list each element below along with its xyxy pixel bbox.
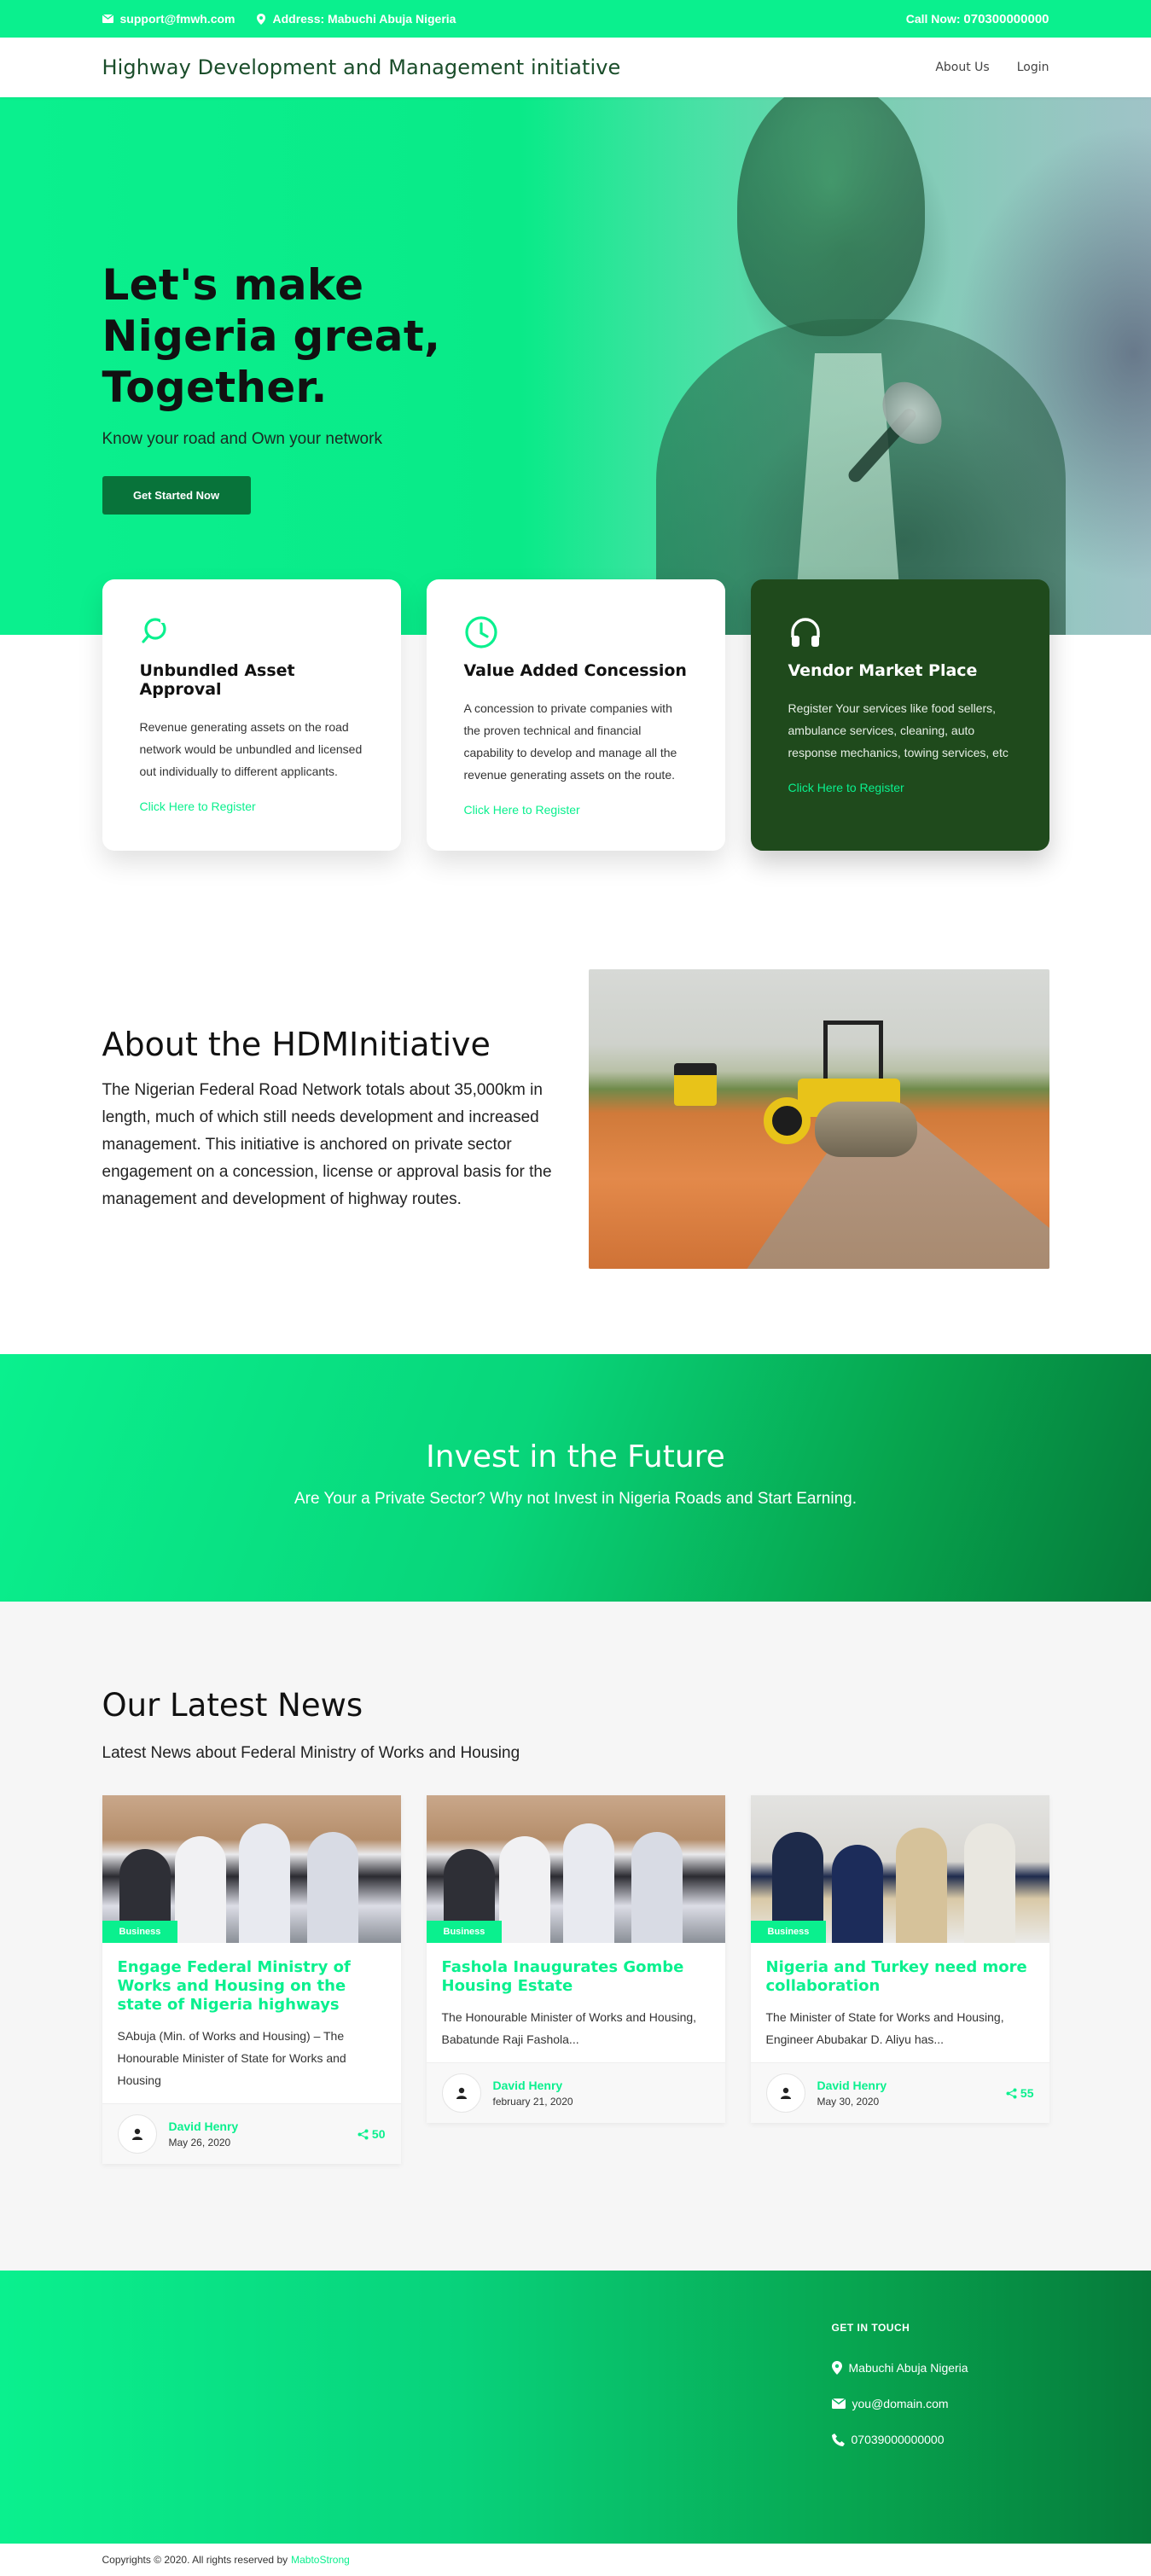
site-brand[interactable]: Highway Development and Management initi… [102,55,621,79]
news-thumbnail[interactable]: Business [426,1795,725,1943]
news-section: Our Latest News Latest News about Federa… [0,1602,1151,2271]
user-icon [131,2128,142,2140]
feature-text: Revenue generating assets on the road ne… [139,720,363,778]
feature-text: Register Your services like food sellers… [788,701,1009,759]
location-pin-icon [831,2361,842,2375]
share-button[interactable]: 50 [358,2127,386,2141]
footer-address: Mabuchi Abuja Nigeria [831,2361,968,2375]
news-title: Our Latest News [102,1687,363,1724]
envelope-icon [831,2399,846,2409]
invest-subtitle: Are Your a Private Sector? Why not Inves… [294,1490,857,1508]
about-section: About the HDMInitiative The Nigerian Fed… [0,969,1151,1269]
nav-about-us[interactable]: About Us [935,61,989,74]
register-link[interactable]: Click Here to Register [788,781,1012,794]
share-icon [358,2129,369,2139]
feature-title: Vendor Market Place [788,661,978,680]
share-icon [1006,2088,1017,2098]
news-date: May 26, 2020 [168,2137,231,2149]
refresh-icon [140,615,363,649]
feature-card: Vendor Market Place Register Your servic… [750,579,1049,851]
avatar [441,2073,481,2113]
news-headline[interactable]: Engage Federal Ministry of Works and Hou… [118,1958,386,2015]
road-construction-image [588,969,1049,1269]
invest-title: Invest in the Future [426,1439,725,1474]
call-label: Call Now: [905,11,961,26]
news-author[interactable]: David Henry [493,2079,573,2092]
topbar-email[interactable]: support@fmwh.com [102,12,235,26]
share-count: 55 [1020,2086,1034,2100]
get-started-button[interactable]: Get Started Now [102,476,251,515]
invest-banner: Invest in the Future Are Your a Private … [0,1354,1151,1602]
register-link[interactable]: Click Here to Register [140,800,363,813]
topbar-address-text: Address: Mabuchi Abuja Nigeria [272,12,456,26]
news-thumbnail[interactable]: Business [102,1795,401,1943]
feature-title: Unbundled Asset Approval [139,661,295,699]
register-link[interactable]: Click Here to Register [464,803,688,817]
news-headline[interactable]: Fashola Inaugurates Gombe Housing Estate [442,1958,710,1996]
call-number: 070300000000 [963,11,1049,26]
about-text: The Nigerian Federal Road Network totals… [102,1080,552,1208]
headphones-icon [788,615,1012,649]
category-badge[interactable]: Business [102,1921,178,1943]
news-author[interactable]: David Henry [169,2120,239,2133]
phone-icon [831,2433,845,2446]
avatar [765,2073,805,2113]
footer-email-text: you@domain.com [852,2397,949,2410]
nav-login[interactable]: Login [1017,61,1049,74]
news-subtitle: Latest News about Federal Ministry of Wo… [102,1744,520,1762]
footer-email[interactable]: you@domain.com [831,2397,968,2410]
footer-contact: GET IN TOUCH Mabuchi Abuja Nigeria you@d… [831,2322,968,2446]
news-excerpt: SAbuja (Min. of Works and Housing) – The… [117,2029,346,2087]
top-bar: support@fmwh.com Address: Mabuchi Abuja … [0,0,1151,38]
news-headline[interactable]: Nigeria and Turkey need more collaborati… [766,1958,1034,1996]
hero-section: Let's make Nigeria great, Together. Know… [0,97,1151,635]
news-excerpt: The Honourable Minister of Works and Hou… [441,2010,697,2046]
news-thumbnail[interactable]: Business [750,1795,1049,1943]
news-card[interactable]: Business Engage Federal Ministry of Work… [102,1795,401,2164]
copyright-link[interactable]: MabtoStrong [291,2554,350,2566]
location-pin-icon [257,13,266,25]
about-title: About the HDMInitiative [102,1025,491,1063]
topbar-address: Address: Mabuchi Abuja Nigeria [257,12,456,26]
hero-image [537,97,1151,635]
avatar [117,2114,157,2154]
news-date: february 21, 2020 [492,2096,573,2108]
news-card[interactable]: Business Fashola Inaugurates Gombe Housi… [426,1795,725,2123]
user-icon [456,2087,467,2099]
footer-address-text: Mabuchi Abuja Nigeria [848,2361,968,2375]
feature-card: Unbundled Asset Approval Revenue generat… [102,579,401,851]
footer-heading: GET IN TOUCH [831,2322,910,2334]
main-nav: About Us Login [908,61,1049,74]
hero-title: Let's make Nigeria great, Together. [102,260,441,412]
feature-title: Value Added Concession [463,661,687,680]
share-count: 50 [371,2127,386,2141]
feature-card: Value Added Concession A concession to p… [426,579,725,851]
hero-subtitle: Know your road and Own your network [102,430,382,448]
news-excerpt: The Minister of State for Works and Hous… [765,2010,1004,2046]
user-icon [780,2087,791,2099]
footer-phone-text: 07039000000000 [851,2433,945,2446]
envelope-icon [102,15,113,23]
topbar-email-text: support@fmwh.com [119,12,235,26]
news-card[interactable]: Business Nigeria and Turkey need more co… [750,1795,1049,2123]
feature-text: A concession to private companies with t… [463,701,677,782]
category-badge[interactable]: Business [750,1921,827,1943]
footer-phone[interactable]: 07039000000000 [831,2433,968,2446]
copyright-bar: Copyrights © 2020. All rights reserved b… [0,2544,1151,2576]
topbar-call[interactable]: Call Now: 070300000000 [906,12,1049,26]
site-footer: GET IN TOUCH Mabuchi Abuja Nigeria you@d… [0,2271,1151,2544]
news-author[interactable]: David Henry [817,2079,887,2092]
site-header: Highway Development and Management initi… [0,38,1151,97]
share-button[interactable]: 55 [1006,2086,1034,2100]
category-badge[interactable]: Business [426,1921,503,1943]
clock-icon [464,615,688,649]
news-date: May 30, 2020 [817,2096,880,2108]
copyright-text: Copyrights © 2020. All rights reserved b… [102,2554,288,2566]
